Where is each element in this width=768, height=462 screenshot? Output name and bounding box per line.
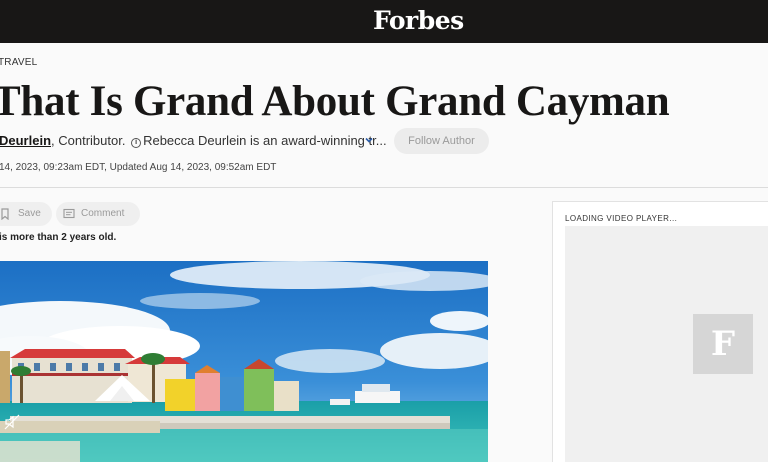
save-label: Save [18,208,41,219]
author-bio: Rebecca Deurlein is an award-winning tr.… [143,133,387,148]
bookmark-icon [1,208,9,220]
forbes-f-logo: F [693,314,753,374]
comment-button[interactable]: Comment [56,202,140,226]
video-player-panel: LOADING VIDEO PLAYER... F [552,201,768,462]
article-dateline: 14, 2023, 09:23am EDT, Updated Aug 14, 2… [0,162,277,173]
hero-image[interactable] [0,261,488,462]
video-loading-label: LOADING VIDEO PLAYER... [565,214,678,223]
video-player[interactable]: F [565,226,768,462]
author-role: , Contributor. [51,133,126,148]
article-age-notice: is more than 2 years old. [0,232,117,243]
info-icon[interactable]: i [131,138,142,148]
save-button[interactable]: Save [0,202,52,226]
comment-icon [63,208,75,219]
comment-label: Comment [81,208,125,219]
mute-icon[interactable] [4,414,20,430]
top-navigation-bar: Forbes [0,0,768,43]
article-headline: That Is Grand About Grand Cayman [0,78,670,125]
byline: Deurlein, Contributor. i Rebecca Deurlein… [0,133,387,148]
forbes-logo[interactable]: Forbes [373,6,464,35]
divider [0,187,768,188]
chevron-down-icon[interactable] [363,134,375,146]
follow-author-button[interactable]: Follow Author [394,128,489,154]
article-category[interactable]: TRAVEL [0,57,37,68]
author-link[interactable]: Deurlein [0,133,51,148]
